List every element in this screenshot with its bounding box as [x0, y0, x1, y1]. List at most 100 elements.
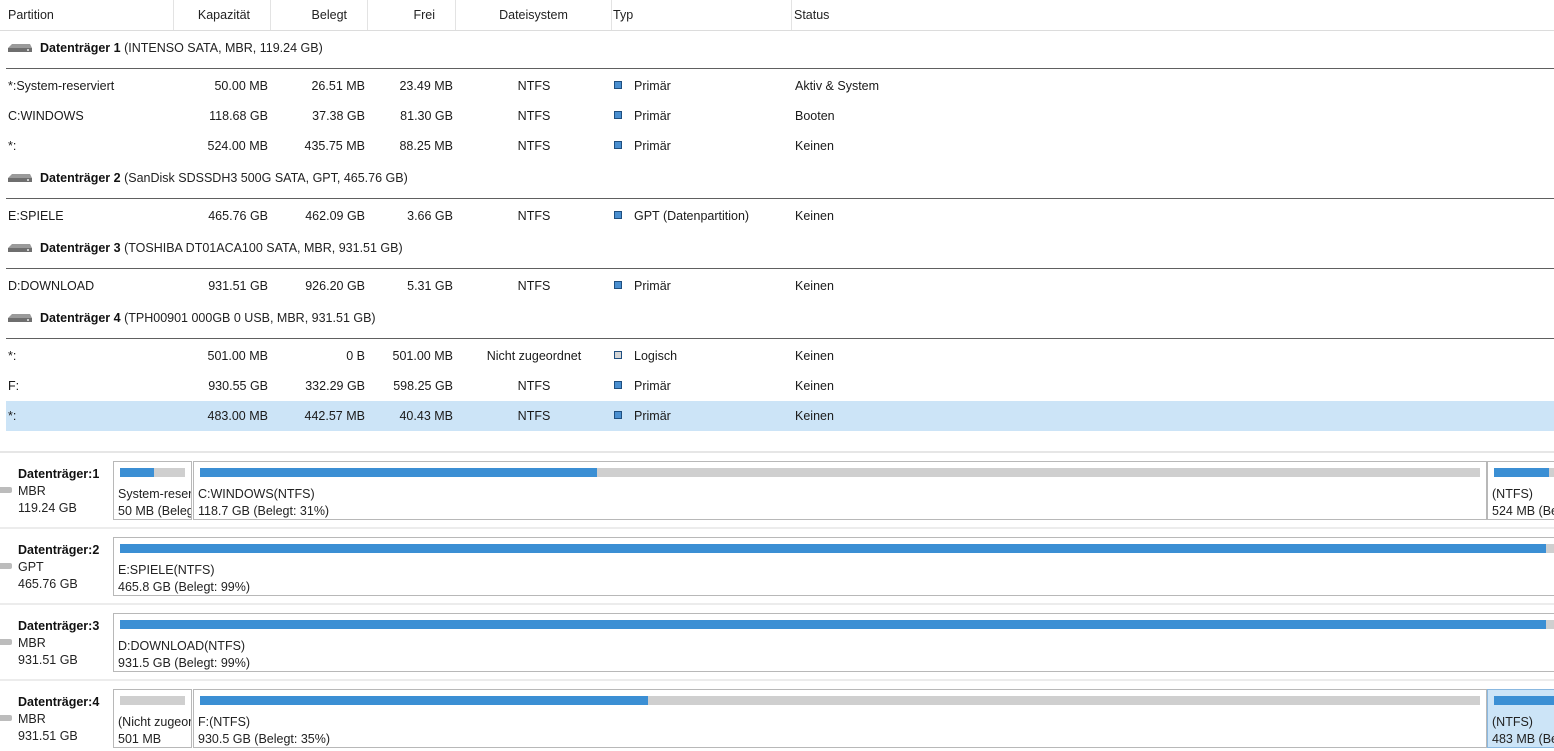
status-cell: Keinen — [795, 139, 834, 153]
status-cell: Aktiv & System — [795, 79, 880, 93]
column-header-type[interactable]: Typ — [612, 0, 792, 30]
partition-type-square-icon — [614, 351, 622, 359]
partition-type-square-icon — [614, 211, 622, 219]
hard-disk-icon — [0, 639, 12, 645]
table-row[interactable]: *: 524.00 MB 435.75 MB 88.25 MB NTFS Primär Ke… — [6, 131, 1554, 161]
status-cell: Booten — [795, 109, 835, 123]
status-cell: Keinen — [795, 409, 834, 423]
filesystem-cell: NTFS — [517, 79, 551, 93]
disk-description: (SanDisk SDSSDH3 500G SATA, GPT, 465.76 … — [124, 171, 408, 185]
disk-map-size: 931.51 GB — [18, 729, 78, 743]
usage-bar-fill — [200, 696, 648, 705]
partition-type-square-icon — [614, 381, 622, 389]
hard-disk-icon — [0, 715, 12, 721]
used-cell: 0 B — [346, 349, 365, 363]
partition-usage-text: 118.7 GB (Belegt: 31%) — [198, 504, 330, 518]
used-cell: 26.51 MB — [311, 79, 365, 93]
filesystem-cell: NTFS — [517, 379, 551, 393]
usage-bar-fill — [120, 468, 155, 477]
disk-group-header[interactable]: Datenträger 4 (TPH00901 000GB 0 USB, MBR… — [6, 301, 1554, 339]
disk-map-name[interactable]: Datenträger:4 — [18, 695, 99, 709]
partition-label: (NTFS) — [1492, 487, 1533, 501]
disk-title: Datenträger 4 — [40, 311, 121, 325]
type-label: Primär — [634, 379, 671, 393]
disk-map-name[interactable]: Datenträger:2 — [18, 543, 99, 557]
disk-title: Datenträger 2 — [40, 171, 121, 185]
usage-bar-fill — [1494, 468, 1549, 477]
capacity-cell: 931.51 GB — [208, 279, 268, 293]
disk-map-name[interactable]: Datenträger:3 — [18, 619, 99, 633]
partition-name-cell: *: — [8, 409, 17, 423]
partition-block[interactable]: (NTFS) 483 MB (Belegt: 91%) — [1487, 689, 1554, 748]
used-cell: 435.75 MB — [304, 139, 365, 153]
filesystem-cell: NTFS — [517, 279, 551, 293]
partition-label: (Nicht zugeordnet) — [118, 715, 192, 729]
capacity-cell: 501.00 MB — [207, 349, 268, 363]
capacity-cell: 524.00 MB — [207, 139, 268, 153]
table-row[interactable]: F: 930.55 GB 332.29 GB 598.25 GB NTFS Primär K… — [6, 371, 1554, 401]
partition-name-cell: E:SPIELE — [8, 209, 64, 223]
partition-block[interactable]: (Nicht zugeordnet) 501 MB — [113, 689, 192, 748]
partition-block[interactable]: F:(NTFS) 930.5 GB (Belegt: 35%) — [193, 689, 1487, 748]
disk-description: (TOSHIBA DT01ACA100 SATA, MBR, 931.51 GB… — [124, 241, 403, 255]
column-header-free[interactable]: Frei — [368, 0, 456, 30]
column-header-capacity[interactable]: Kapazität — [174, 0, 271, 30]
table-row[interactable]: *: 483.00 MB 442.57 MB 40.43 MB NTFS Primär Ke… — [6, 401, 1554, 431]
partition-block[interactable]: C:WINDOWS(NTFS) 118.7 GB (Belegt: 31%) — [193, 461, 1487, 520]
partition-block[interactable]: D:DOWNLOAD(NTFS) 931.5 GB (Belegt: 99%) — [113, 613, 1554, 672]
table-row[interactable]: *: 501.00 MB 0 B 501.00 MB Nicht zugeordnet L… — [6, 341, 1554, 371]
partition-label: System-reserviert(NTFS) — [118, 487, 192, 501]
usage-bar-fill — [200, 468, 597, 477]
partition-usage-text: 930.5 GB (Belegt: 35%) — [198, 732, 331, 746]
status-cell: Keinen — [795, 379, 834, 393]
disk-group-header[interactable]: Datenträger 3 (TOSHIBA DT01ACA100 SATA, … — [6, 231, 1554, 269]
hard-disk-icon — [8, 44, 32, 52]
disk-map-row: Datenträger:2 GPT 465.76 GB E:SPIELE(NTFS) 4… — [0, 529, 1554, 596]
usage-bar — [1494, 468, 1554, 477]
hard-disk-icon — [8, 244, 32, 252]
hard-disk-icon — [8, 174, 32, 182]
disk-map-style: MBR — [18, 636, 46, 650]
filesystem-cell: NTFS — [517, 409, 551, 423]
type-label: Primär — [634, 79, 671, 93]
partition-block[interactable]: E:SPIELE(NTFS) 465.8 GB (Belegt: 99%) — [113, 537, 1554, 596]
free-cell: 81.30 GB — [400, 109, 453, 123]
partition-block[interactable]: System-reserviert(NTFS) 50 MB (Belegt: 53… — [113, 461, 192, 520]
table-row[interactable]: D:DOWNLOAD 931.51 GB 926.20 GB 5.31 GB NTFS P… — [6, 271, 1554, 301]
partition-type-square-icon — [614, 141, 622, 149]
free-cell: 501.00 MB — [392, 349, 453, 363]
disk-description: (TPH00901 000GB 0 USB, MBR, 931.51 GB) — [124, 311, 376, 325]
partition-label: D:DOWNLOAD(NTFS) — [118, 639, 246, 653]
used-cell: 37.38 GB — [312, 109, 365, 123]
column-header-used[interactable]: Belegt — [271, 0, 368, 30]
free-cell: 40.43 MB — [399, 409, 453, 423]
table-row[interactable]: *:System-reserviert 50.00 MB 26.51 MB 23.49… — [6, 71, 1554, 101]
disk-group-header[interactable]: Datenträger 2 (SanDisk SDSSDH3 500G SATA… — [6, 161, 1554, 199]
column-header-status[interactable]: Status — [792, 0, 1092, 30]
used-cell: 462.09 GB — [305, 209, 365, 223]
partition-usage-text: 931.5 GB (Belegt: 99%) — [118, 656, 251, 670]
disk-map-style: GPT — [18, 560, 44, 574]
column-header-partition[interactable]: Partition — [0, 0, 174, 30]
capacity-cell: 930.55 GB — [208, 379, 268, 393]
column-header-filesystem[interactable]: Dateisystem — [456, 0, 612, 30]
hard-disk-icon — [0, 487, 12, 493]
status-cell: Keinen — [795, 209, 834, 223]
partition-usage-text: 465.8 GB (Belegt: 99%) — [118, 580, 251, 594]
type-label: Primär — [634, 409, 671, 423]
filesystem-cell: NTFS — [517, 209, 551, 223]
capacity-cell: 483.00 MB — [207, 409, 268, 423]
disk-group-header[interactable]: Datenträger 1 (INTENSO SATA, MBR, 119.24… — [6, 31, 1554, 69]
used-cell: 332.29 GB — [305, 379, 365, 393]
partition-block[interactable]: (NTFS) 524 MB (Belegt: 83%) — [1487, 461, 1554, 520]
table-row[interactable]: E:SPIELE 465.76 GB 462.09 GB 3.66 GB NTFS GPT… — [6, 201, 1554, 231]
partition-name-cell: D:DOWNLOAD — [8, 279, 95, 293]
disk-map-name[interactable]: Datenträger:1 — [18, 467, 99, 481]
table-row[interactable]: C:WINDOWS 118.68 GB 37.38 GB 81.30 GB NTFS Pr… — [6, 101, 1554, 131]
type-label: GPT (Datenpartition) — [634, 209, 750, 223]
usage-bar — [120, 620, 1554, 629]
disk-map-row: Datenträger:1 MBR 119.24 GB System-reservie… — [0, 453, 1554, 520]
partition-name-cell: C:WINDOWS — [8, 109, 84, 123]
partition-usage-text: 483 MB (Belegt: 91%) — [1492, 732, 1554, 746]
disk-description: (INTENSO SATA, MBR, 119.24 GB) — [124, 41, 323, 55]
